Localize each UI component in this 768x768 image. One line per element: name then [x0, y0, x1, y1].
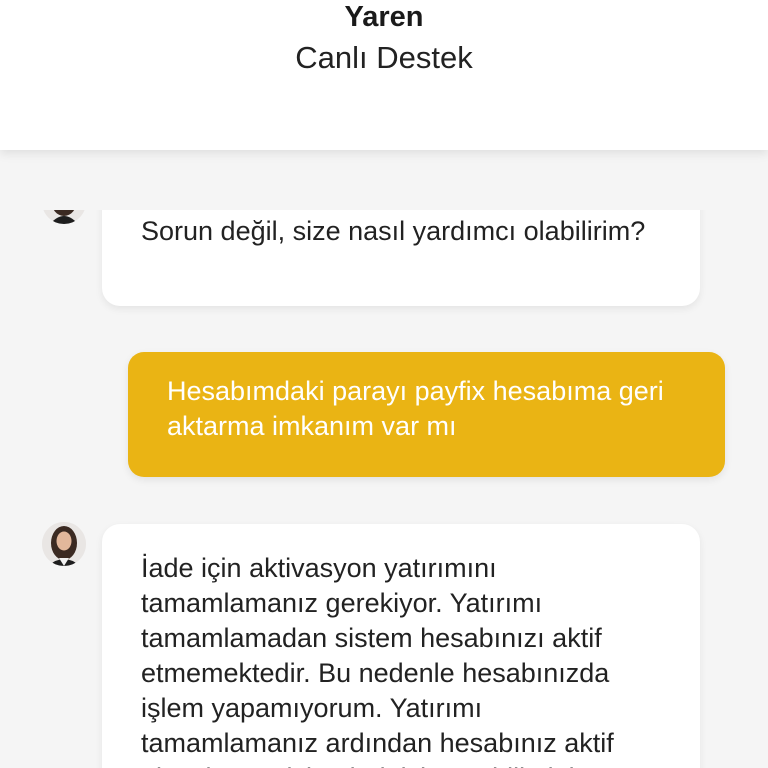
message-text: Hesabımdaki parayı payfix hesabıma geri … — [167, 376, 664, 441]
agent-status: Canlı Destek — [295, 40, 473, 75]
message-bubble-user: Hesabımdaki parayı payfix hesabıma geri … — [128, 352, 725, 477]
message-bubble-agent: Sorun değil, size nasıl yardımcı olabili… — [102, 210, 700, 306]
chat-header: Yaren Canlı Destek — [0, 0, 768, 150]
message-list[interactable]: Sorun değil, size nasıl yardımcı olabili… — [0, 210, 768, 768]
agent-avatar — [42, 210, 86, 224]
agent-avatar — [42, 522, 86, 566]
message-text: İade için aktivasyon yatırımını tamamlam… — [141, 553, 614, 768]
agent-name: Yaren — [344, 1, 424, 33]
message-text: Sorun değil, size nasıl yardımcı olabili… — [141, 216, 646, 246]
message-bubble-agent: İade için aktivasyon yatırımını tamamlam… — [102, 524, 700, 768]
